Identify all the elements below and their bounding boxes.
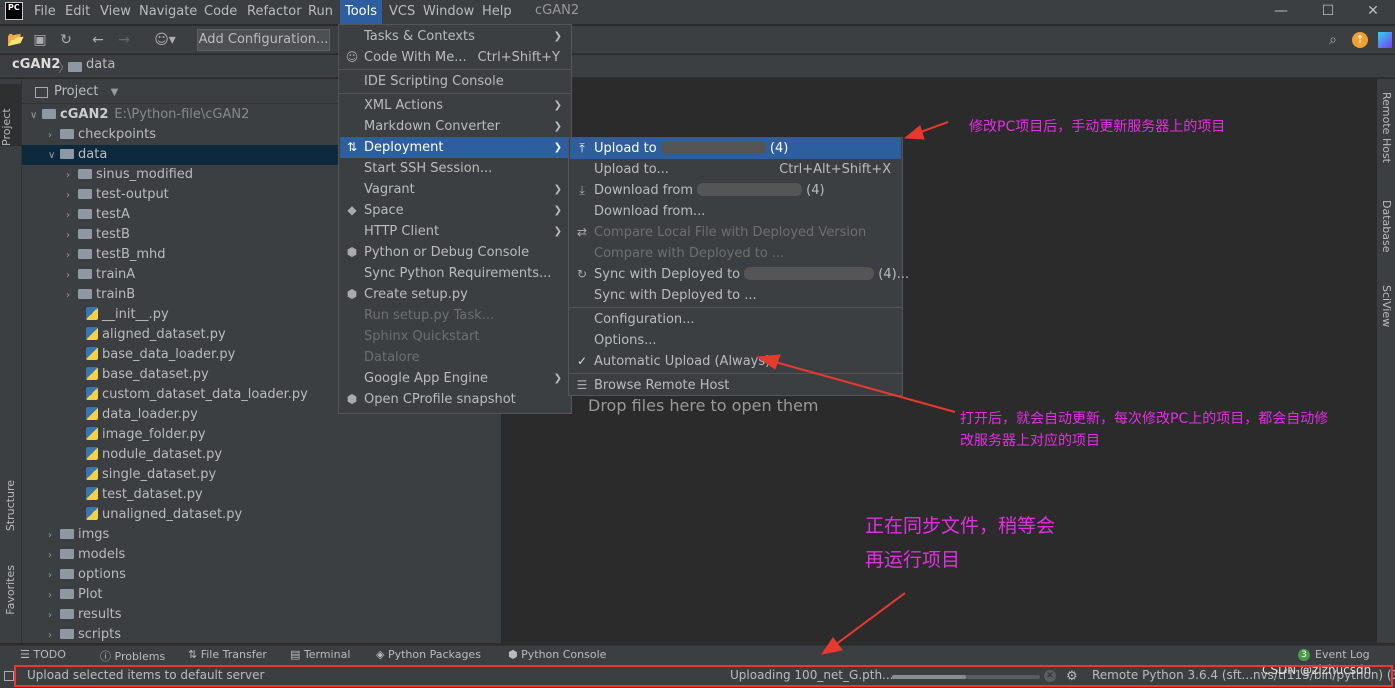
arrow-sync-head [820, 637, 843, 655]
arrow-upload-head [903, 125, 925, 140]
arrow-auto-upload-head [756, 354, 781, 370]
arrow-auto-upload-line [774, 361, 956, 413]
annotation-arrows [756, 121, 956, 655]
arrow-upload-line [917, 121, 949, 134]
arrow-sync-line [834, 592, 906, 646]
